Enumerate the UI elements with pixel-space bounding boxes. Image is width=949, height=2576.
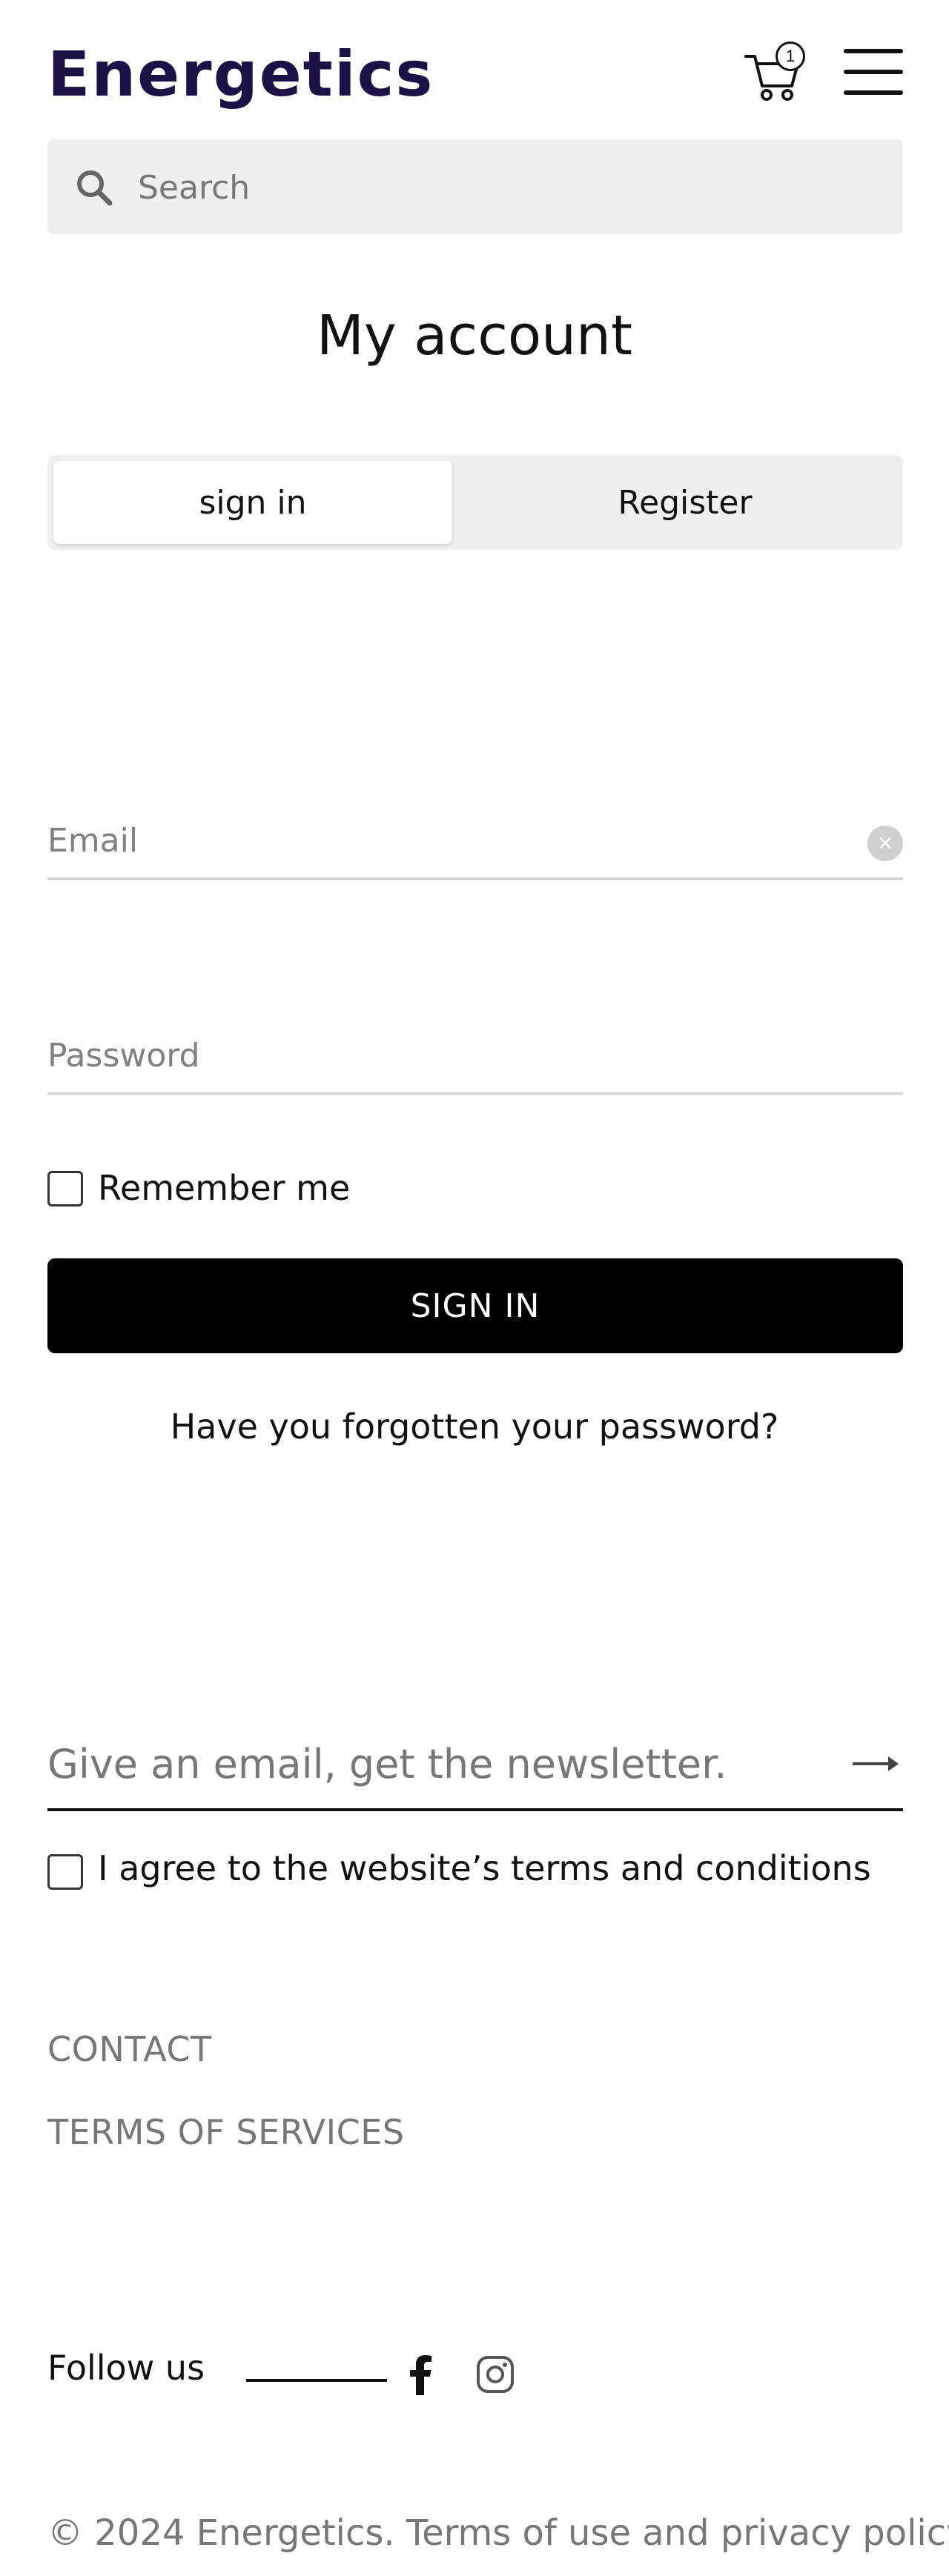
password-field-container bbox=[47, 1024, 903, 1095]
footer-link-terms[interactable]: TERMS OF SERVICES bbox=[47, 2112, 405, 2152]
facebook-icon[interactable] bbox=[405, 2354, 434, 2395]
follow-us-label: Follow us bbox=[47, 2348, 205, 2388]
menu-button[interactable] bbox=[844, 44, 906, 99]
forgot-password-link[interactable]: Have you forgotten your password? bbox=[0, 1407, 949, 1447]
footer-link-contact[interactable]: CONTACT bbox=[47, 2029, 212, 2069]
tab-register[interactable]: Register bbox=[473, 461, 897, 544]
page-title: My account bbox=[317, 304, 632, 368]
copyright-text: © 2024 Energetics. Terms of use and priv… bbox=[47, 2512, 949, 2554]
email-field[interactable] bbox=[47, 809, 833, 872]
search-bar bbox=[47, 139, 903, 234]
menu-icon bbox=[844, 49, 903, 53]
newsletter-terms-label: I agree to the website’s terms and condi… bbox=[98, 1848, 871, 1888]
cart-count-badge: 1 bbox=[776, 42, 805, 71]
newsletter-form bbox=[47, 1734, 903, 1811]
search-icon bbox=[77, 170, 113, 206]
remember-me-checkbox[interactable] bbox=[47, 1171, 83, 1206]
follow-divider bbox=[246, 2379, 387, 2382]
close-icon: × bbox=[878, 829, 893, 857]
newsletter-email-input[interactable] bbox=[47, 1734, 819, 1793]
remember-me-label: Remember me bbox=[98, 1168, 351, 1208]
email-field-container: × bbox=[47, 809, 903, 880]
clear-email-button[interactable]: × bbox=[867, 826, 903, 861]
sign-in-button[interactable]: SIGN IN bbox=[47, 1258, 903, 1353]
logo[interactable]: Energetics bbox=[47, 43, 434, 105]
instagram-icon[interactable] bbox=[476, 2355, 515, 2394]
tab-sign-in[interactable]: sign in bbox=[53, 461, 452, 544]
cart-button[interactable]: 1 bbox=[743, 42, 810, 101]
arrow-right-icon[interactable] bbox=[851, 1747, 903, 1780]
account-tabs: sign in Register bbox=[47, 455, 903, 550]
search-input[interactable] bbox=[136, 160, 881, 215]
newsletter-terms-checkbox[interactable] bbox=[47, 1854, 83, 1890]
password-field[interactable] bbox=[47, 1024, 833, 1086]
